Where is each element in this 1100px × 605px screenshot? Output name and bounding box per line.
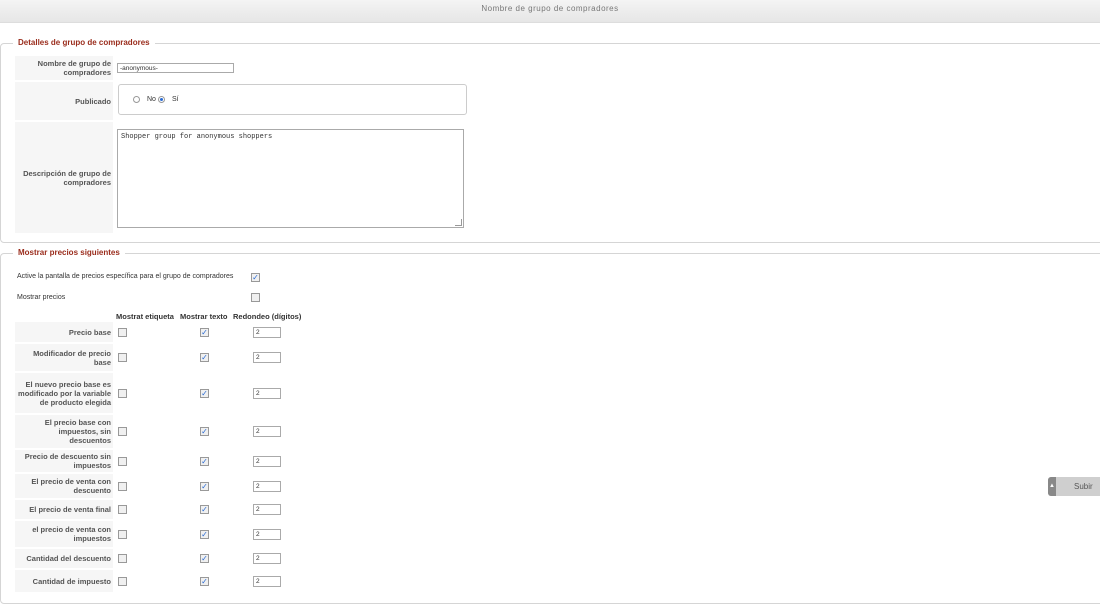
show-prices-checkbox[interactable] xyxy=(251,293,260,302)
show-text-checkbox[interactable]: ✓ xyxy=(200,388,209,398)
show-text-checkbox[interactable]: ✓ xyxy=(200,327,209,337)
show-text-checkbox[interactable]: ✓ xyxy=(200,529,209,539)
show-label-checkbox[interactable] xyxy=(118,353,127,362)
show-text-checkbox[interactable]: ✓ xyxy=(200,353,209,362)
show-label-checkbox[interactable] xyxy=(118,529,127,539)
prices-legend: Mostrar precios siguientes xyxy=(13,248,125,257)
show-label-checkbox[interactable] xyxy=(118,481,127,491)
arrow-up-icon: ▲ xyxy=(1048,477,1056,496)
show-text-checkbox[interactable]: ✓ xyxy=(200,505,209,514)
published-label: Publicado xyxy=(15,82,113,120)
show-label-checkbox[interactable] xyxy=(118,456,127,466)
scroll-top-button[interactable]: ▲ Subir xyxy=(1048,477,1100,496)
price-row-label: El precio de venta final xyxy=(15,500,113,519)
show-label-checkbox[interactable] xyxy=(118,388,127,398)
rounding-input[interactable]: 2 xyxy=(253,528,281,540)
price-row-label: El nuevo precio base es modificado por l… xyxy=(15,373,113,413)
show-prices-label: Mostrar precios xyxy=(17,294,66,301)
show-label-checkbox[interactable] xyxy=(118,427,127,436)
published-yes-label: Sí xyxy=(172,96,179,103)
price-row-label: Cantidad del descuento xyxy=(15,549,113,568)
activate-prices-label: Active la pantalla de precios específica… xyxy=(17,273,234,280)
show-text-checkbox[interactable]: ✓ xyxy=(200,456,209,466)
published-no-radio[interactable] xyxy=(133,96,140,103)
price-row-label: Precio base xyxy=(15,322,113,342)
show-label-checkbox[interactable] xyxy=(118,505,127,514)
show-text-checkbox[interactable]: ✓ xyxy=(200,427,209,436)
rounding-input[interactable]: 2 xyxy=(253,352,281,363)
rounding-input[interactable]: 2 xyxy=(253,426,281,437)
column-header-show-label: Mostrat etiqueta xyxy=(116,312,174,321)
show-label-checkbox[interactable] xyxy=(118,576,127,586)
price-row-label: El precio de venta con descuento xyxy=(15,474,113,498)
show-label-checkbox[interactable] xyxy=(118,327,127,337)
published-radio-group xyxy=(118,84,467,115)
name-label: Nombre de grupo de compradores xyxy=(15,56,113,80)
prices-fieldset: Mostrar precios siguientes xyxy=(0,248,1100,604)
rounding-input[interactable]: 2 xyxy=(253,326,281,338)
show-label-checkbox[interactable] xyxy=(118,554,127,563)
price-row-label: Cantidad de impuesto xyxy=(15,570,113,592)
rounding-input[interactable]: 2 xyxy=(253,387,281,399)
published-no-label: No xyxy=(147,96,156,103)
scroll-top-label: Subir xyxy=(1074,482,1093,491)
description-textarea[interactable]: Shopper group for anonymous shoppers xyxy=(117,129,464,228)
show-text-checkbox[interactable]: ✓ xyxy=(200,554,209,563)
column-header-rounding: Redondeo (dígitos) xyxy=(233,312,302,321)
published-yes-radio[interactable] xyxy=(158,96,165,103)
rounding-input[interactable]: 2 xyxy=(253,504,281,515)
price-row-label: Precio de descuento sin impuestos xyxy=(15,450,113,472)
name-input[interactable]: -anonymous- xyxy=(117,63,234,73)
price-row-label: El precio base con impuestos, sin descue… xyxy=(15,415,113,448)
top-bar: Nombre de grupo de compradores xyxy=(0,0,1100,23)
price-row-label: el precio de venta con impuestos xyxy=(15,521,113,547)
show-text-checkbox[interactable]: ✓ xyxy=(200,481,209,491)
details-legend: Detalles de grupo de compradores xyxy=(13,38,155,47)
activate-prices-checkbox[interactable]: ✓ xyxy=(251,273,260,282)
rounding-input[interactable]: 2 xyxy=(253,553,281,564)
column-header-show-text: Mostrar texto xyxy=(180,312,228,321)
price-row-label: Modificador de precio base xyxy=(15,344,113,371)
page-title: Nombre de grupo de compradores xyxy=(481,4,619,13)
rounding-input[interactable]: 2 xyxy=(253,575,281,587)
show-text-checkbox[interactable]: ✓ xyxy=(200,576,209,586)
description-label: Descripción de grupo de compradores xyxy=(15,122,113,233)
rounding-input[interactable]: 2 xyxy=(253,480,281,492)
rounding-input[interactable]: 2 xyxy=(253,455,281,467)
resize-handle-icon[interactable] xyxy=(455,219,462,226)
